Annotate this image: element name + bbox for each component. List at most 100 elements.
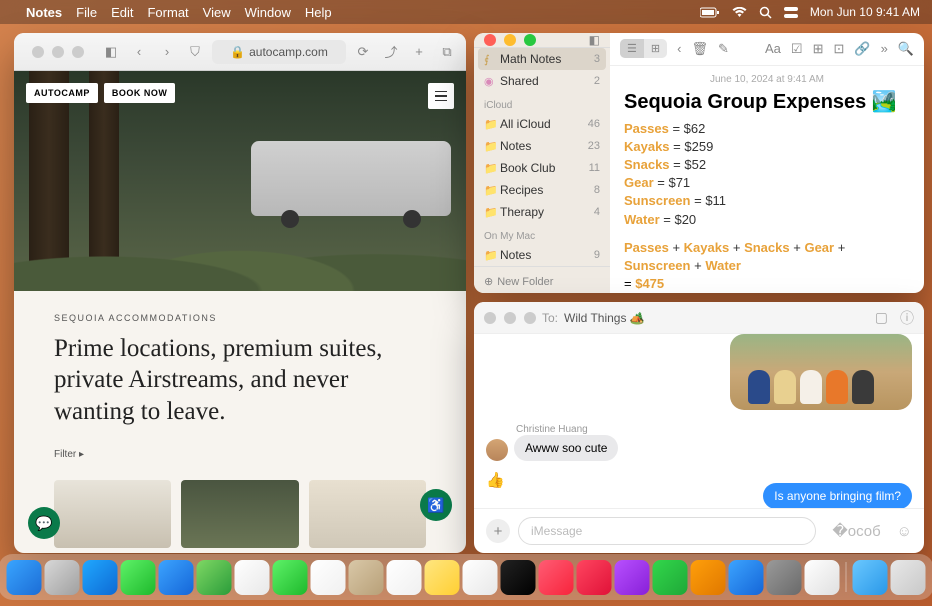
window-controls[interactable] [474,34,546,46]
datetime[interactable]: Mon Jun 10 9:41 AM [810,5,920,19]
folder-name: Recipes [500,183,543,197]
dock-app-music[interactable] [539,560,574,595]
wifi-icon[interactable] [732,7,747,18]
menu-window[interactable]: Window [245,5,291,20]
dock-app-notes[interactable] [425,560,460,595]
folder-count: 46 [588,118,600,130]
conversation-name[interactable]: Wild Things 🏕️ [564,311,645,325]
dock-app-safari[interactable] [83,560,118,595]
dock-app-iphone-mirroring[interactable] [805,560,840,595]
list-view-icon[interactable]: ☰ [620,39,644,58]
menu-file[interactable]: File [76,5,97,20]
dock-app-pages[interactable] [691,560,726,595]
share-icon[interactable]: ⤴ [380,42,402,61]
menubar: Notes File Edit Format View Window Help … [0,0,932,24]
folder-item[interactable]: 📁All iCloud46 [474,113,610,135]
search-icon[interactable]: 🔍 [898,41,914,57]
shared-icon: ◉ [484,75,500,88]
table-icon[interactable]: ⊞ [813,41,824,57]
window-controls[interactable] [22,46,94,58]
photo-attachment[interactable] [730,334,912,410]
lock-icon: 🔒 [230,45,245,59]
media-icon[interactable]: ⊡ [833,41,844,57]
link-icon[interactable]: 🔗 [854,41,870,57]
hamburger-menu[interactable] [428,83,454,109]
folder-item[interactable]: 📁Notes23 [474,135,610,157]
dock-app-appstore[interactable] [729,560,764,595]
forward-icon[interactable]: › [156,44,178,59]
thumbnail[interactable] [54,480,171,548]
thumbnail[interactable] [309,480,426,548]
dock-app-freeform[interactable] [463,560,498,595]
thumbnail[interactable] [181,480,298,548]
apps-button[interactable]: + [486,519,510,543]
checklist-icon[interactable]: ☑ [791,41,803,57]
message-input[interactable]: iMessage [518,517,816,545]
format-icon[interactable]: Aa [765,41,781,56]
filter-button[interactable]: Filter ▸ [54,449,426,460]
book-now-button[interactable]: BOOK NOW [104,83,176,103]
reload-icon[interactable]: ⟳ [352,44,374,60]
dock-app-trash[interactable] [891,560,926,595]
tabs-icon[interactable]: ⧉ [436,44,458,60]
message-bubble[interactable]: Awww soo cute [514,435,618,461]
dock-app-finder[interactable] [7,560,42,595]
new-folder-button[interactable]: ⊕New Folder [474,266,610,293]
control-center-icon[interactable] [784,6,798,19]
avatar[interactable] [486,439,508,461]
folder-item[interactable]: 📁Recipes8 [474,179,610,201]
facetime-icon[interactable]: ▢ [875,309,888,326]
menu-help[interactable]: Help [305,5,332,20]
chat-button[interactable]: 💬 [28,507,60,539]
dock-app-messages[interactable] [121,560,156,595]
note-title: Sequoia Group Expenses 🏞️ [624,89,910,114]
emoji-icon[interactable]: ☺ [897,523,912,540]
sidebar-toggle-icon[interactable]: ◧ [100,44,122,60]
battery-icon[interactable] [700,7,720,18]
note-body[interactable]: June 10, 2024 at 9:41 AM Sequoia Group E… [610,66,924,293]
dock-app-numbers[interactable] [653,560,688,595]
dock-app-downloads[interactable] [853,560,888,595]
dock-app-reminders[interactable] [387,560,422,595]
address-bar[interactable]: 🔒autocamp.com [212,40,346,64]
message-bubble-sent[interactable]: Is anyone bringing film? [763,483,912,508]
app-menu[interactable]: Notes [26,5,62,20]
folder-item[interactable]: 📁Notes9 [474,244,610,266]
messages-body[interactable]: Christine Huang Awww soo cute 👍 Is anyon… [474,334,924,508]
back-icon[interactable]: ‹ [128,44,150,59]
new-tab-icon[interactable]: + [408,44,430,59]
dock-app-maps[interactable] [197,560,232,595]
folder-item[interactable]: 📁Book Club11 [474,157,610,179]
dock-app-settings[interactable] [767,560,802,595]
brand-logo[interactable]: AUTOCAMP [26,83,98,103]
back-icon[interactable]: ‹ [677,41,681,56]
dock-app-launchpad[interactable] [45,560,80,595]
dock-app-tv[interactable] [501,560,536,595]
dock-app-news[interactable] [577,560,612,595]
dock-app-facetime[interactable] [273,560,308,595]
menu-view[interactable]: View [203,5,231,20]
audio-icon[interactable]: �особ [832,522,880,540]
dock-app-photos[interactable] [235,560,270,595]
folder-item[interactable]: 📁Therapy4 [474,201,610,223]
folder-item[interactable]: ⨐Math Notes3 [478,48,606,70]
window-controls[interactable] [484,312,542,324]
spotlight-icon[interactable] [759,6,772,19]
view-toggle[interactable]: ☰⊞ [620,39,667,58]
folder-item[interactable]: ◉Shared2 [474,70,610,92]
menu-format[interactable]: Format [147,5,188,20]
messages-header: To: Wild Things 🏕️ ▢ ⓘ [474,302,924,334]
dock-app-mail[interactable] [159,560,194,595]
menu-edit[interactable]: Edit [111,5,133,20]
more-icon[interactable]: » [881,41,888,56]
dock-app-calendar[interactable] [311,560,346,595]
dock-app-contacts[interactable] [349,560,384,595]
dock-app-podcasts[interactable] [615,560,650,595]
sidebar-toggle-icon[interactable]: ◧ [589,33,600,47]
shield-icon[interactable]: ⛉ [184,44,206,60]
info-icon[interactable]: ⓘ [900,308,914,328]
grid-view-icon[interactable]: ⊞ [644,39,667,58]
trash-icon[interactable]: 🗑 [691,41,708,57]
compose-icon[interactable]: ✎ [718,41,729,57]
accessibility-button[interactable]: ♿ [420,489,452,521]
